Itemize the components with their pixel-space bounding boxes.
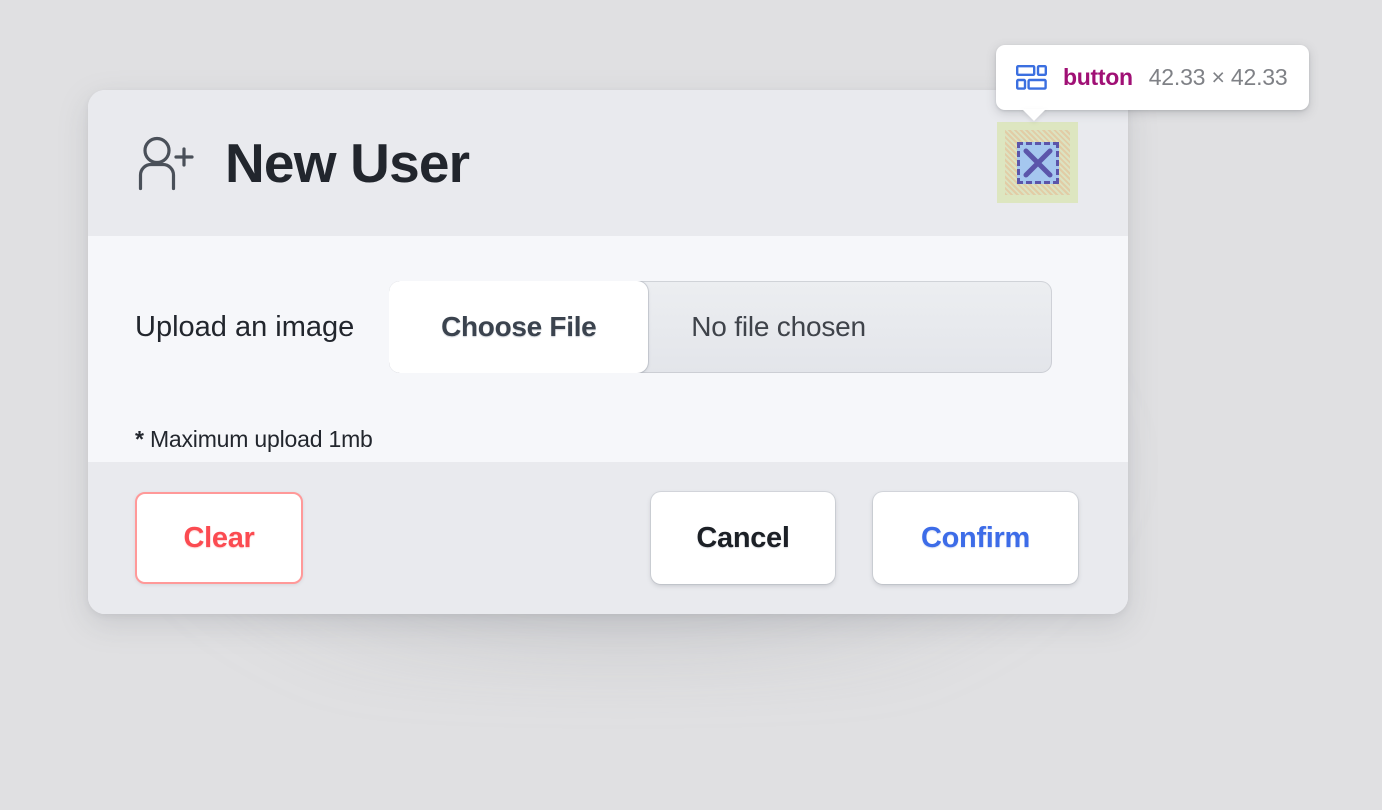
close-button[interactable] — [1017, 142, 1059, 184]
page-title: New User — [225, 131, 470, 194]
devtools-element-tooltip: button 42.33 × 42.33 — [996, 45, 1310, 110]
choose-file-button[interactable]: Choose File — [389, 281, 649, 373]
close-button-highlight-overlay — [997, 122, 1078, 203]
new-user-dialog: New User Upload an image Choose File No … — [88, 90, 1128, 614]
dialog-header: New User — [88, 90, 1128, 236]
upload-size-hint: * Maximum upload 1mb — [135, 426, 1081, 453]
user-plus-icon — [135, 135, 197, 191]
confirm-button[interactable]: Confirm — [873, 492, 1078, 584]
tooltip-element-dimensions: 42.33 × 42.33 — [1148, 64, 1288, 90]
close-x-icon — [1021, 146, 1055, 180]
cancel-button[interactable]: Cancel — [651, 492, 835, 584]
dialog-header-left: New User — [135, 131, 470, 194]
file-status-text: No file chosen — [691, 311, 866, 342]
dialog-body: Upload an image Choose File No file chos… — [88, 236, 1128, 462]
hint-text: Maximum upload 1mb — [143, 426, 373, 452]
layout-grid-icon — [1016, 65, 1048, 90]
clear-button[interactable]: Clear — [135, 492, 303, 584]
tooltip-element-tag: button — [1063, 64, 1133, 90]
hint-marker: * — [135, 426, 144, 452]
upload-image-label: Upload an image — [135, 310, 355, 343]
file-upload-input[interactable]: Choose File No file chosen — [389, 281, 1053, 373]
dialog-footer: Clear Cancel Confirm — [88, 462, 1128, 614]
upload-image-row: Upload an image Choose File No file chos… — [135, 281, 1081, 373]
